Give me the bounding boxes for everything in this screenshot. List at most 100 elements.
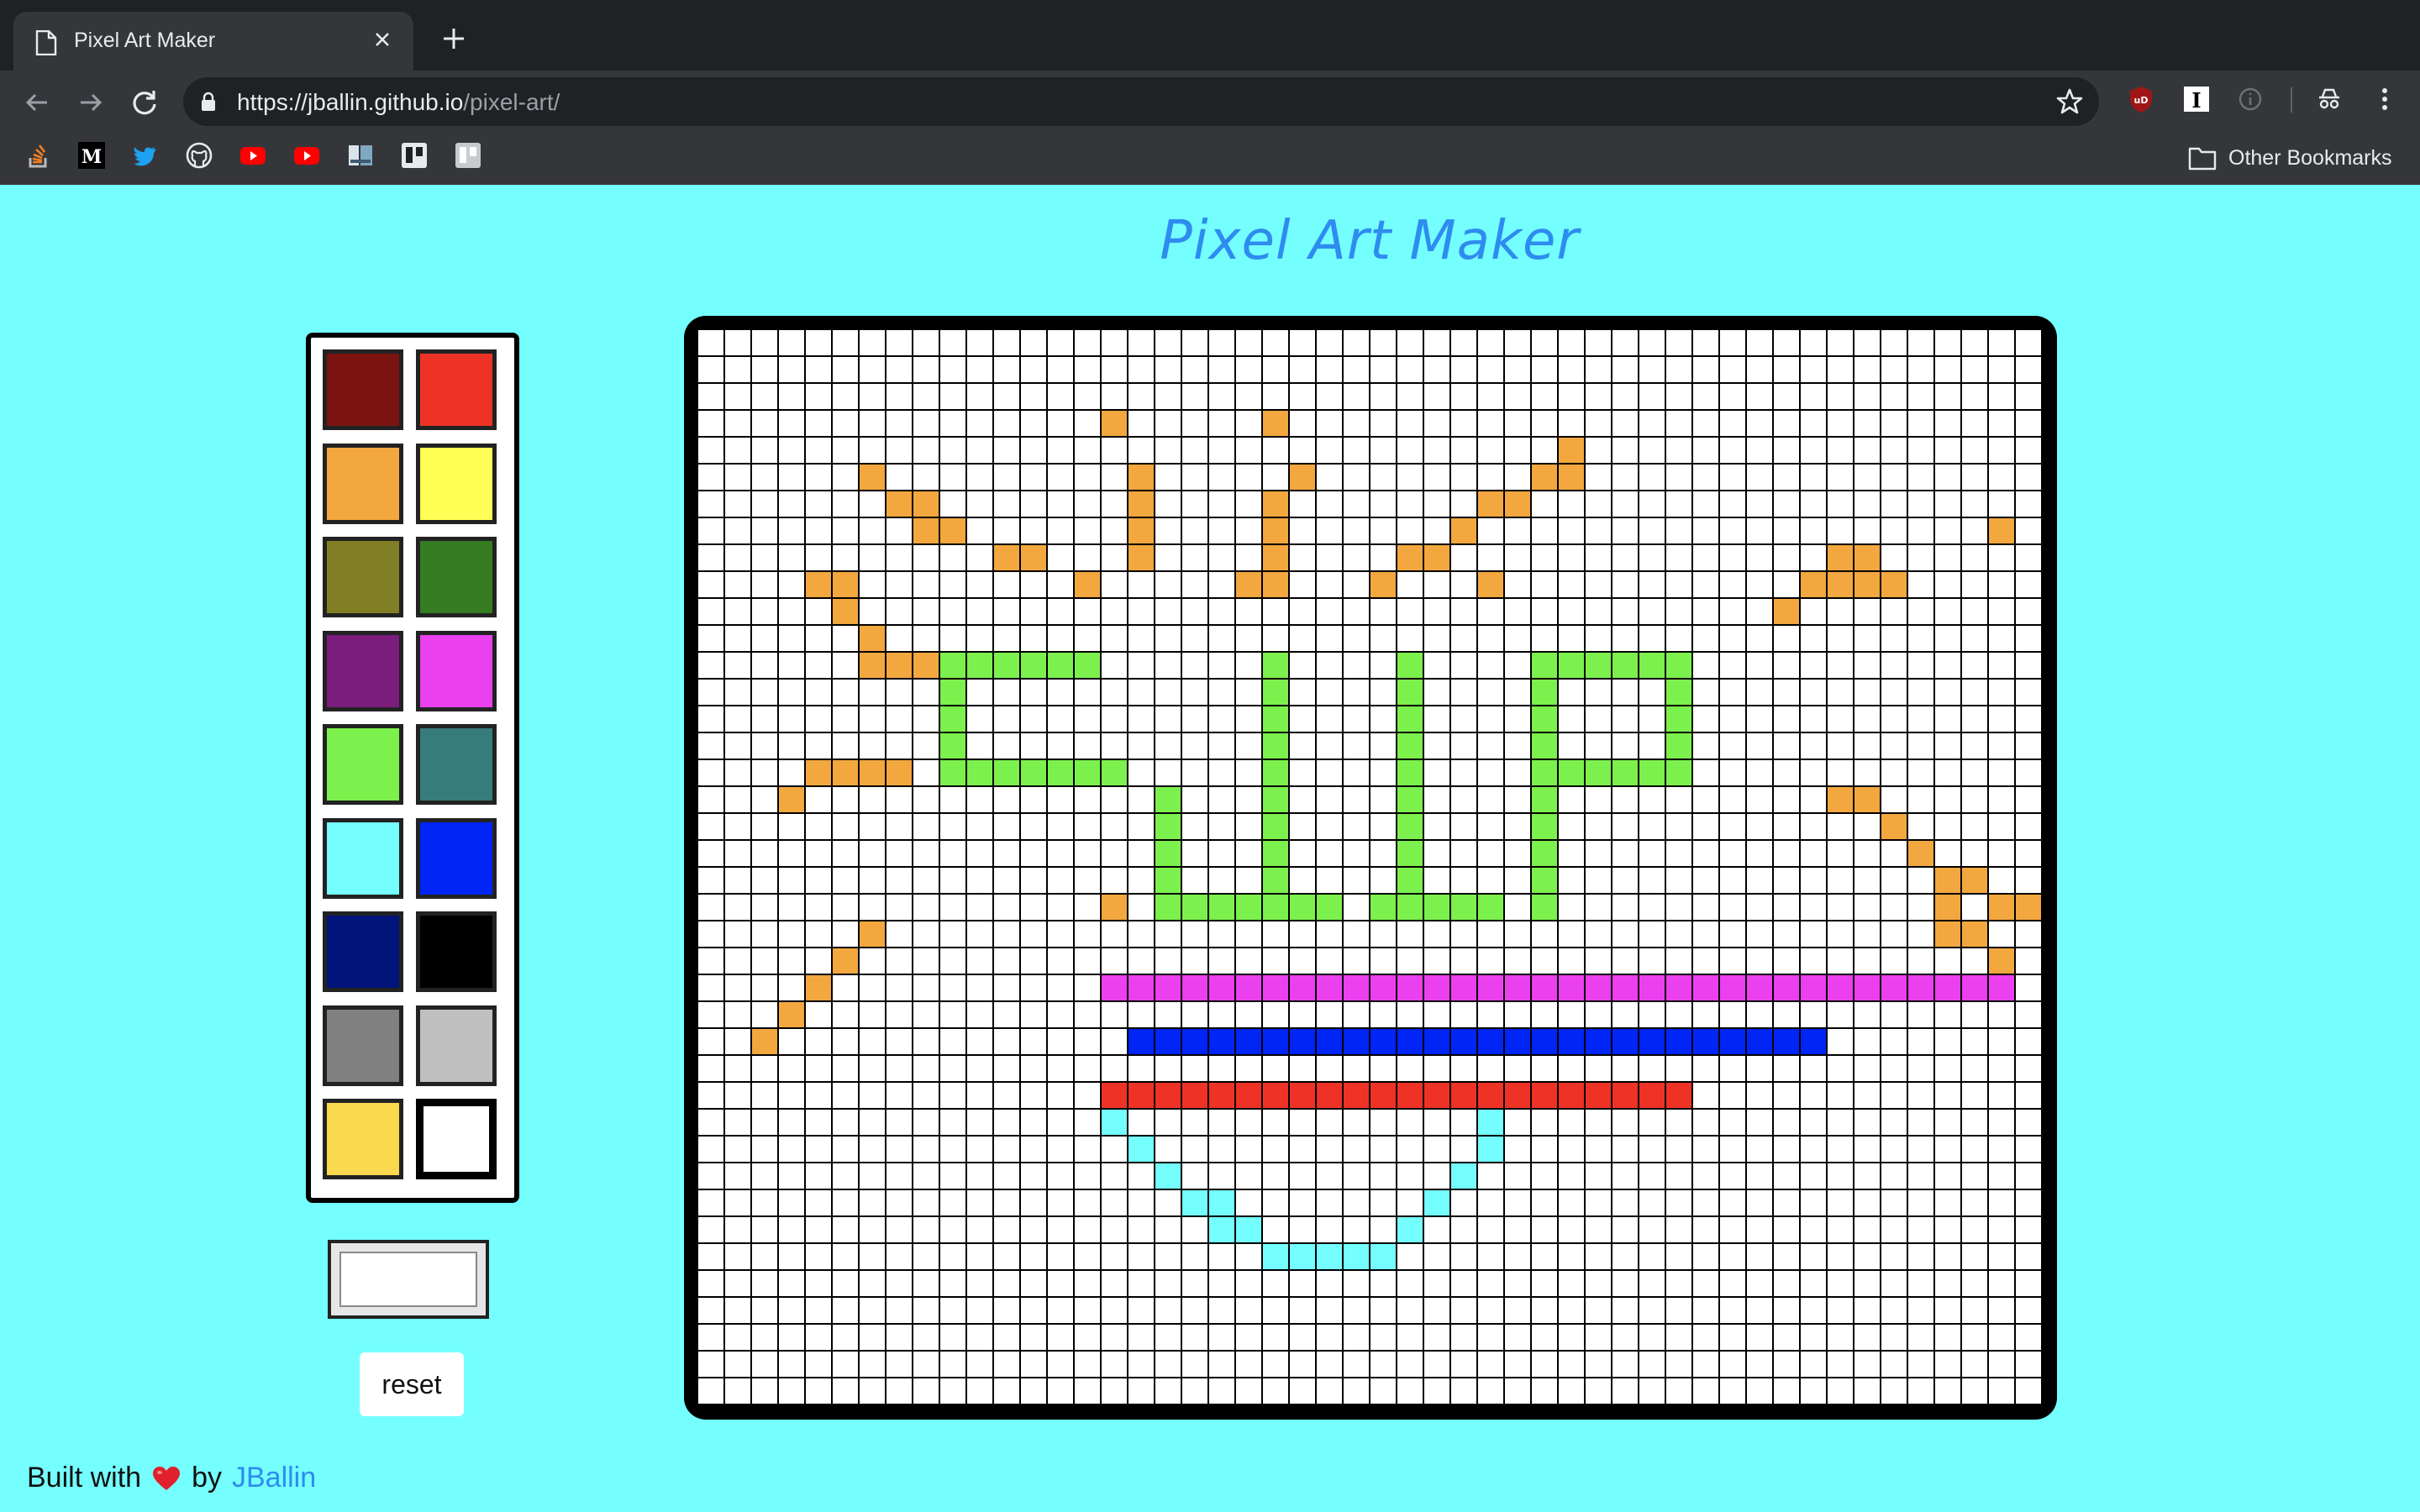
pixel-cell[interactable] [1745,1108,1774,1137]
pixel-cell[interactable] [1046,463,1075,491]
pixel-cell[interactable] [1207,759,1236,787]
pixel-cell[interactable] [1073,355,1102,384]
pixel-cell[interactable] [1826,1269,1854,1298]
pixel-cell[interactable] [1100,1189,1128,1217]
pixel-cell[interactable] [912,1135,940,1163]
pixel-cell[interactable] [1933,1081,1962,1110]
pixel-cell[interactable] [1718,543,1747,572]
pixel-cell[interactable] [939,839,967,868]
pixel-cell[interactable] [1503,759,1532,787]
pixel-cell[interactable] [1503,1027,1532,1056]
pixel-cell[interactable] [777,1000,806,1029]
pixel-cell[interactable] [1691,893,1720,921]
pixel-cell[interactable] [1745,382,1774,411]
pixel-cell[interactable] [1046,1323,1075,1352]
pixel-cell[interactable] [1315,1054,1344,1083]
pixel-cell[interactable] [831,866,860,895]
pixel-cell[interactable] [1880,1269,1908,1298]
pixel-cell[interactable] [1342,1135,1370,1163]
pixel-cell[interactable] [912,732,940,760]
pixel-cell[interactable] [1261,329,1290,357]
pixel-cell[interactable] [1019,1162,1048,1190]
pixel-cell[interactable] [750,570,779,599]
pixel-cell[interactable] [885,812,913,841]
pixel-cell[interactable] [1396,974,1424,1002]
pixel-cell[interactable] [1611,920,1639,948]
pixel-cell[interactable] [1073,1162,1102,1190]
pixel-cell[interactable] [1530,490,1559,518]
pixel-cell[interactable] [1691,463,1720,491]
pixel-cell[interactable] [1691,409,1720,438]
pixel-cell[interactable] [1745,1135,1774,1163]
pixel-cell[interactable] [885,409,913,438]
pixel-cell[interactable] [1665,1242,1693,1271]
pixel-cell[interactable] [1369,1215,1397,1244]
pixel-cell[interactable] [1234,1135,1263,1163]
pixel-cell[interactable] [1315,1081,1344,1110]
pixel-cell[interactable] [1691,920,1720,948]
pixel-cell[interactable] [1449,759,1478,787]
pixel-cell[interactable] [858,1215,886,1244]
pixel-cell[interactable] [1557,1135,1586,1163]
pixel-cell[interactable] [1665,490,1693,518]
pixel-cell[interactable] [1638,1350,1666,1378]
pixel-cell[interactable] [965,409,994,438]
pixel-cell[interactable] [1207,1081,1236,1110]
pixel-cell[interactable] [1449,463,1478,491]
pixel-cell[interactable] [1369,1135,1397,1163]
pixel-cell[interactable] [939,1189,967,1217]
pixel-cell[interactable] [1933,597,1962,626]
pixel-cell[interactable] [1772,785,1801,814]
pixel-cell[interactable] [1315,382,1344,411]
pixel-cell[interactable] [1181,1108,1209,1137]
pixel-cell[interactable] [1745,436,1774,465]
pixel-cell[interactable] [1127,1000,1155,1029]
pixel-cell[interactable] [885,974,913,1002]
pixel-cell[interactable] [885,732,913,760]
pixel-cell[interactable] [1826,382,1854,411]
pixel-cell[interactable] [1207,678,1236,706]
pixel-cell[interactable] [1987,1323,2016,1352]
pixel-cell[interactable] [1880,1242,1908,1271]
pixel-cell[interactable] [965,947,994,975]
pixel-cell[interactable] [1987,732,2016,760]
pixel-cell[interactable] [697,1377,725,1404]
pixel-cell[interactable] [1665,624,1693,653]
pixel-cell[interactable] [2014,1242,2042,1271]
pixel-cell[interactable] [1745,1242,1774,1271]
pixel-cell[interactable] [1449,597,1478,626]
pixel-cell[interactable] [1718,382,1747,411]
pixel-cell[interactable] [1154,1027,1182,1056]
pixel-cell[interactable] [1261,785,1290,814]
pixel-cell[interactable] [912,463,940,491]
pixel-cell[interactable] [1019,893,1048,921]
pixel-cell[interactable] [992,1162,1021,1190]
pixel-cell[interactable] [1046,866,1075,895]
pixel-cell[interactable] [831,1081,860,1110]
pixel-cell[interactable] [1987,1135,2016,1163]
pixel-cell[interactable] [1638,463,1666,491]
pixel-cell[interactable] [939,436,967,465]
pixel-cell[interactable] [1288,1350,1317,1378]
pixel-cell[interactable] [1503,624,1532,653]
pixel-cell[interactable] [1960,490,1989,518]
pixel-cell[interactable] [1691,570,1720,599]
pixel-cell[interactable] [1342,866,1370,895]
pixel-cell[interactable] [858,1027,886,1056]
pixel-cell[interactable] [1127,597,1155,626]
pixel-cell[interactable] [1423,1135,1451,1163]
pixel-cell[interactable] [1745,812,1774,841]
pixel-cell[interactable] [804,1081,833,1110]
pixel-cell[interactable] [1100,920,1128,948]
pixel-cell[interactable] [1100,1296,1128,1325]
pixel-cell[interactable] [1907,543,1935,572]
pixel-cell[interactable] [723,651,752,680]
pixel-cell[interactable] [723,624,752,653]
pixel-cell[interactable] [1449,1269,1478,1298]
pixel-cell[interactable] [1342,436,1370,465]
pixel-cell[interactable] [1745,1081,1774,1110]
pixel-cell[interactable] [777,624,806,653]
pixel-cell[interactable] [885,355,913,384]
pixel-cell[interactable] [1665,1000,1693,1029]
pixel-cell[interactable] [858,812,886,841]
